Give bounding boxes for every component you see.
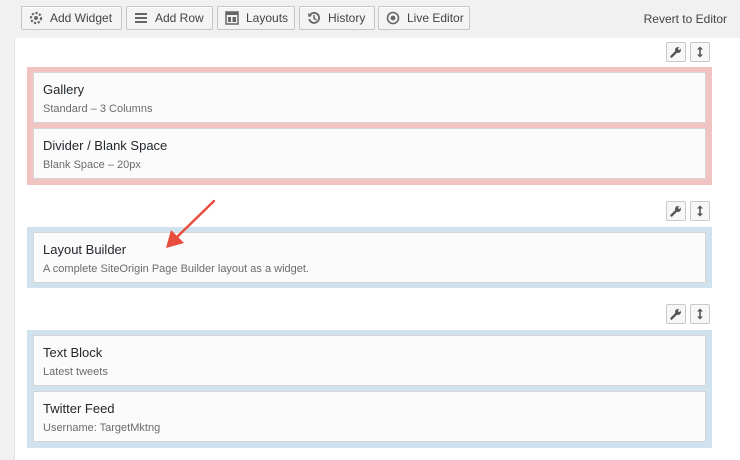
row-2-move-handle[interactable] [690, 201, 710, 221]
widget-description: Username: TargetMktng [43, 422, 161, 434]
layouts-label: Layouts [246, 11, 289, 25]
revert-to-editor-link[interactable]: Revert to Editor [644, 12, 727, 26]
layout-icon [225, 11, 239, 25]
annotation-arrow-icon [166, 199, 216, 248]
widget-layout-builder[interactable]: Layout Builder A complete SiteOrigin Pag… [33, 232, 706, 283]
add-row-label: Add Row [155, 11, 204, 25]
add-widget-label: Add Widget [50, 11, 113, 25]
gear-icon [29, 11, 43, 25]
history-icon [308, 12, 320, 24]
wrench-icon [670, 47, 681, 58]
widget-description: Standard – 3 Columns [43, 103, 153, 115]
widget-title: Twitter Feed [43, 401, 115, 416]
row-3-move-handle[interactable] [690, 304, 710, 324]
row-2-tools [666, 201, 710, 221]
widget-twitter-feed[interactable]: Twitter Feed Username: TargetMktng [33, 391, 706, 442]
widget-title: Layout Builder [43, 242, 127, 257]
widget-title: Divider / Blank Space [43, 138, 168, 153]
widget-title: Text Block [43, 345, 103, 360]
row-3[interactable]: Text Block Latest tweets Twitter Feed Us… [27, 330, 712, 448]
add-row-button[interactable]: Add Row [126, 6, 213, 30]
eye-icon [386, 11, 400, 25]
history-button[interactable]: History [299, 6, 375, 30]
rows-icon [135, 13, 147, 23]
row-1-tools [666, 42, 710, 62]
wrench-icon [670, 309, 681, 320]
live-editor-label: Live Editor [407, 11, 464, 25]
row-1-edit-button[interactable] [666, 42, 686, 62]
history-label: History [328, 11, 366, 25]
move-vertical-icon [697, 46, 703, 58]
layouts-button[interactable]: Layouts [217, 6, 295, 30]
widget-title: Gallery [43, 82, 85, 97]
row-2[interactable]: Layout Builder A complete SiteOrigin Pag… [27, 227, 712, 288]
widget-description: Latest tweets [43, 366, 108, 378]
widget-description: A complete SiteOrigin Page Builder layou… [43, 263, 309, 275]
wrench-icon [670, 206, 681, 217]
add-widget-button[interactable]: Add Widget [21, 6, 122, 30]
row-3-tools [666, 304, 710, 324]
widget-gallery[interactable]: Gallery Standard – 3 Columns [33, 72, 706, 123]
widget-description: Blank Space – 20px [43, 159, 141, 171]
row-1[interactable]: Gallery Standard – 3 Columns Divider / B… [27, 67, 712, 185]
widget-text-block[interactable]: Text Block Latest tweets [33, 335, 706, 386]
row-3-edit-button[interactable] [666, 304, 686, 324]
row-2-edit-button[interactable] [666, 201, 686, 221]
move-vertical-icon [697, 308, 703, 320]
builder-toolbar: Add Widget Add Row Layouts History Live … [0, 0, 740, 38]
widget-divider-blank-space[interactable]: Divider / Blank Space Blank Space – 20px [33, 128, 706, 179]
live-editor-button[interactable]: Live Editor [378, 6, 470, 30]
move-vertical-icon [697, 205, 703, 217]
row-1-move-handle[interactable] [690, 42, 710, 62]
